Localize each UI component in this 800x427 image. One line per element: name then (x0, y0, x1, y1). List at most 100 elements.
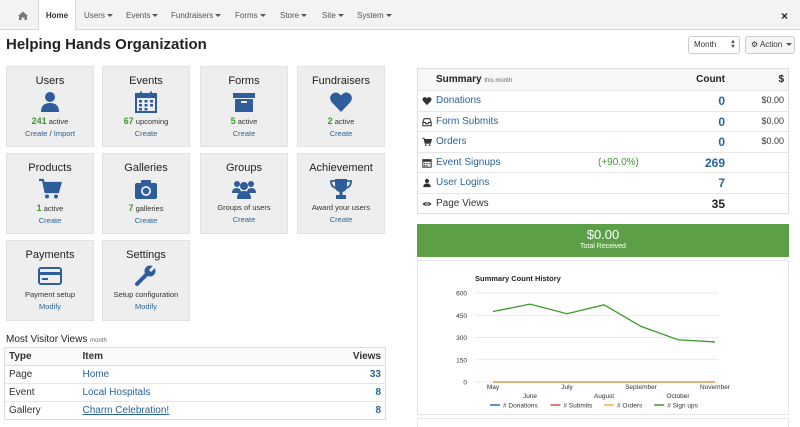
create-link[interactable]: Create (201, 129, 287, 138)
summary-row-form-submits: Form Submits 0 $0.00 (418, 110, 788, 132)
legend-label: # Sign ups (667, 403, 698, 410)
x-tick-label: June (523, 393, 537, 400)
nav-fundraisers[interactable]: Fundraisers (171, 0, 222, 30)
eye-icon (422, 201, 432, 206)
summary-table: Summary this month Count $ Donations 0 $… (417, 68, 789, 214)
y-tick-label: 300 (456, 335, 467, 342)
tile-products[interactable]: Products 1 active Create (6, 153, 94, 234)
row-type: Page (4, 365, 79, 384)
legend-label: # Submits (563, 403, 593, 410)
summary-title-text: Summary (436, 74, 482, 85)
tile-galleries[interactable]: Galleries 7 galleries Create (102, 153, 190, 234)
row-item-link[interactable]: Charm Celebration! (83, 405, 170, 416)
nav-store-label: Store (280, 11, 300, 20)
nav-home[interactable]: Home (38, 0, 76, 30)
summary-count: 35 (711, 196, 725, 211)
nav-store[interactable]: Store (280, 0, 308, 30)
tile-forms[interactable]: Forms 5 active Create (200, 66, 288, 147)
tile-title: Forms (228, 75, 260, 87)
gear-icon: ⚙ (751, 40, 759, 49)
create-link[interactable]: Create (103, 216, 189, 225)
tile-settings[interactable]: Settings Setup configuration Modify (102, 240, 190, 321)
calendar-icon (422, 158, 432, 168)
x-tick-label: August (594, 393, 614, 400)
summary-money-header: $ (778, 74, 784, 85)
summary-period: this month (484, 78, 513, 84)
tile-fundraisers[interactable]: Fundraisers 2 active Create (297, 66, 385, 147)
tile-stat-label: Award your users (311, 203, 371, 212)
create-link[interactable]: Create (7, 216, 93, 225)
summary-link-user-logins[interactable]: User Logins (436, 177, 489, 188)
tile-count: 5 (230, 116, 236, 126)
summary-history-chart-panel: Summary Count History 0 150 300 450 600 May Jun… (417, 260, 789, 415)
nav-forms[interactable]: Forms (235, 0, 266, 30)
summary-count-header: Count (696, 74, 725, 85)
table-header-row: Type Item Views (4, 347, 386, 366)
tile-title: Events (129, 75, 163, 87)
tile-events[interactable]: Events 67 upcoming Create (102, 66, 190, 147)
column-header-views: Views (325, 347, 386, 366)
row-item-link[interactable]: Local Hospitals (83, 387, 151, 398)
row-item-link[interactable]: Home (83, 369, 110, 380)
tile-payments[interactable]: Payments Payment setup Modify (6, 240, 94, 321)
user-icon (423, 178, 431, 188)
tile-title: Settings (126, 249, 166, 261)
x-tick-label: November (700, 384, 731, 391)
summary-title: Summary this month (436, 74, 512, 85)
tile-stat-label: Payment setup (24, 290, 76, 299)
tile-stat: 5 active (201, 116, 287, 126)
nav-users[interactable]: Users (84, 0, 113, 30)
summary-money: $0.00 (761, 115, 784, 126)
tile-groups[interactable]: Groups Groups of users Create (200, 153, 288, 234)
credit-card-icon (38, 267, 62, 285)
period-select[interactable]: Month ▲ ▼ (688, 36, 740, 54)
user-icon (41, 92, 59, 112)
summary-link-donations[interactable]: Donations (436, 95, 481, 106)
summary-history-chart: Summary Count History 0 150 300 450 600 May Jun… (456, 274, 731, 410)
tile-stat-label: galleries (135, 204, 164, 213)
create-link[interactable]: Create (201, 215, 287, 224)
nav-users-label: Users (84, 11, 105, 20)
trophy-icon (330, 179, 352, 199)
create-link[interactable]: Create (298, 129, 384, 138)
summary-label-page-views: Page Views (436, 197, 489, 209)
total-received-banner: $0.00 Total Received (417, 224, 789, 257)
create-link[interactable]: Create (25, 129, 48, 138)
nav-system[interactable]: System (357, 0, 392, 30)
summary-row-user-logins: User Logins 7 (418, 172, 788, 193)
row-views: 33 (325, 365, 386, 384)
summary-link-form-submits[interactable]: Form Submits (436, 116, 498, 127)
action-button-label: Action (759, 40, 783, 49)
create-link[interactable]: Create (103, 129, 189, 138)
caret-down-icon (152, 14, 159, 18)
tile-stat: 1 active (7, 203, 93, 213)
modify-link[interactable]: Modify (7, 302, 93, 311)
tile-count: 67 (123, 116, 134, 126)
summary-count: 0 (718, 114, 725, 129)
summary-link-event-signups[interactable]: Event Signups (436, 157, 501, 168)
tile-achievement[interactable]: Achievement Award your users Create (297, 153, 385, 234)
caret-down-icon (385, 14, 392, 18)
tile-users[interactable]: Users 241 active Create / Import (6, 66, 94, 147)
summary-link-orders[interactable]: Orders (436, 136, 467, 147)
modify-link[interactable]: Modify (103, 302, 189, 311)
home-icon[interactable] (12, 5, 34, 25)
nav-events[interactable]: Events (126, 0, 159, 30)
summary-row-event-signups: Event Signups (+90.0%) 269 (418, 151, 788, 173)
tile-title: Galleries (124, 162, 168, 174)
summary-header-row: Summary this month Count $ (418, 69, 788, 90)
legend-label: # Orders (617, 403, 643, 410)
close-icon[interactable]: × (781, 9, 788, 23)
tile-stat: 241 active (7, 116, 93, 126)
next-panel-edge (417, 418, 789, 427)
nav-site[interactable]: Site (322, 0, 344, 30)
summary-row-orders: Orders 0 $0.00 (418, 131, 788, 152)
import-link[interactable]: Import (54, 129, 75, 138)
page-title: Helping Hands Organization (6, 36, 207, 53)
row-type: Event (4, 383, 79, 402)
action-button[interactable]: ⚙ Action (745, 36, 795, 54)
create-link[interactable]: Create (298, 215, 384, 224)
nav-home-label: Home (45, 11, 69, 20)
summary-row-page-views: Page Views 35 (418, 192, 788, 214)
top-navbar: Home Users Events Fundraisers Forms Stor… (0, 0, 800, 30)
